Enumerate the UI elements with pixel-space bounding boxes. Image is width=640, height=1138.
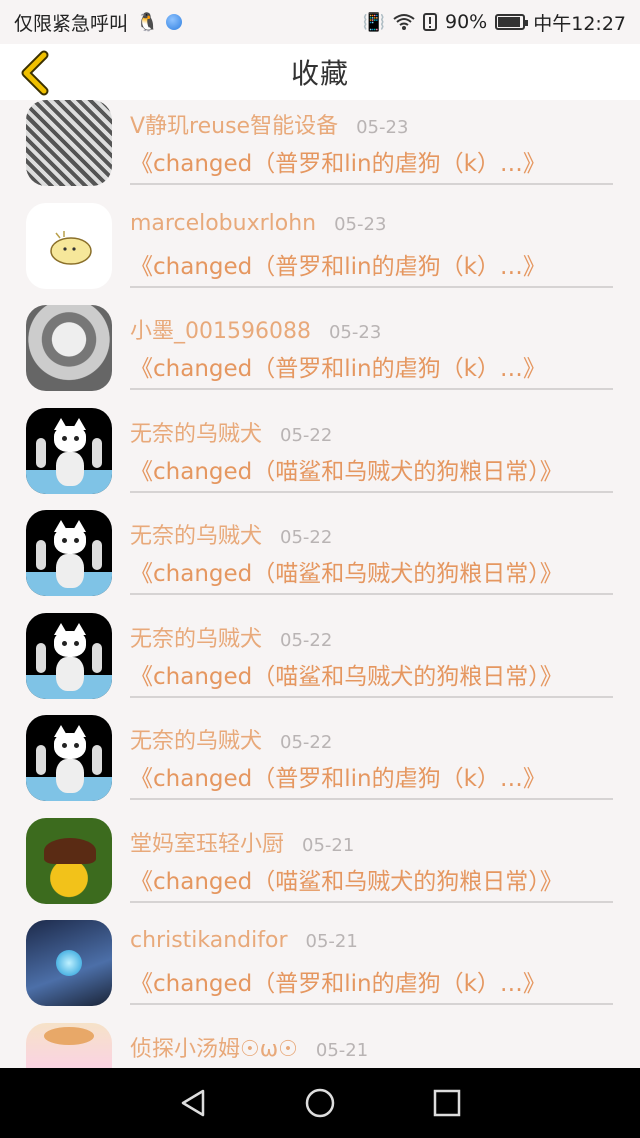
battery-icon (495, 14, 529, 30)
battery-percent: 90% (445, 11, 488, 33)
list-item[interactable]: 堂妈室珏轻小厨 05-21 《changed（喵鲨和乌贼犬的狗粮日常）》 (0, 792, 640, 904)
item-username[interactable]: 无奈的乌贼犬 (130, 518, 262, 550)
item-date: 05-22 (280, 629, 333, 651)
back-button[interactable] (16, 50, 56, 96)
item-title[interactable]: 《changed（喵鲨和乌贼犬的狗粮日常）》 (130, 862, 563, 896)
item-title[interactable]: 《changed（普罗和lin的虐狗（k）…》 (130, 144, 546, 178)
clock: 中午12:27 (533, 12, 626, 35)
favorites-list-content: V静玑reuse智能设备 05-23 《changed（普罗和lin的虐狗（k）…》… (0, 100, 640, 1068)
item-date: 05-22 (280, 732, 333, 753)
item-meta: 无奈的乌贼犬 05-22 (130, 723, 332, 755)
sim-alert-icon (423, 13, 437, 31)
list-item[interactable]: 无奈的乌贼犬 05-22 《changed（喵鲨和乌贼犬的狗粮日常）》 (0, 587, 640, 699)
avatar[interactable] (26, 100, 112, 186)
avatar[interactable] (26, 715, 112, 801)
triangle-back-icon (182, 1089, 205, 1117)
avatar[interactable] (26, 202, 112, 289)
avatar[interactable] (26, 920, 112, 1006)
chevron-left-icon (21, 50, 49, 96)
system-back-button[interactable] (173, 1083, 213, 1123)
item-username[interactable]: 堂妈室珏轻小厨 (130, 826, 284, 858)
item-meta: 堂妈室珏轻小厨 05-21 (130, 826, 354, 858)
status-bar: 仅限紧急呼叫 🐧 📳 90% 中午12:27 (0, 0, 640, 44)
item-title[interactable]: 《changed（普罗和lin的虐狗（k）…》 (130, 759, 546, 793)
item-username[interactable]: christikandifor (130, 928, 288, 953)
item-meta: 无奈的乌贼犬 05-22 (130, 416, 332, 448)
status-right: 📳 90% 中午12:27 (363, 9, 626, 36)
item-date: 05-21 (305, 931, 358, 952)
item-meta: 无奈的乌贼犬 05-22 (130, 518, 332, 550)
item-date: 05-22 (280, 424, 333, 446)
system-home-button[interactable] (300, 1083, 340, 1123)
qq-icon: 🐧 (136, 11, 159, 33)
system-recent-button[interactable] (427, 1083, 467, 1123)
item-username[interactable]: 无奈的乌贼犬 (130, 621, 262, 653)
item-title[interactable]: 《changed（喵鲨和乌贼犬的狗粮日常）》 (130, 657, 563, 691)
list-item[interactable]: christikandifor 05-21 《changed（普罗和lin的虐狗（k… (0, 894, 640, 1006)
avatar[interactable] (26, 407, 112, 494)
item-date: 05-23 (334, 213, 387, 235)
item-title[interactable]: 《changed（普罗和lin的虐狗（k）…》 (130, 247, 546, 281)
browser-icon (166, 14, 183, 30)
item-title[interactable]: 《changed（普罗和lin的虐狗（k）…》 (130, 349, 546, 383)
item-username[interactable]: 侦探小汤姆☉ω☉ (130, 1031, 298, 1063)
avatar[interactable] (26, 817, 112, 904)
item-username[interactable]: 小墨_001596088 (130, 313, 311, 345)
item-username[interactable]: V静玑reuse智能设备 (130, 108, 338, 140)
system-nav-bar (0, 1068, 640, 1138)
item-username[interactable]: marcelobuxrlohn (130, 211, 316, 236)
item-title[interactable]: 《changed（喵鲨和乌贼犬的狗粮日常）》 (130, 452, 563, 486)
item-date: 05-23 (356, 117, 409, 138)
item-meta: christikandifor 05-21 (130, 928, 358, 953)
item-meta: V静玑reuse智能设备 05-23 (130, 108, 408, 140)
favorites-list[interactable]: V静玑reuse智能设备 05-23 《changed（普罗和lin的虐狗（k）…》… (0, 100, 640, 1068)
list-item[interactable]: 侦探小汤姆☉ω☉05-21《changed（普罗和lin的虐狗（k）…》 (0, 997, 640, 1068)
list-item[interactable]: 小墨_001596088 05-23 《changed（普罗和lin的虐狗（k）…》 (0, 279, 640, 391)
avatar[interactable] (26, 510, 112, 596)
vibrate-icon: 📳 (362, 11, 385, 33)
avatar[interactable] (26, 1022, 112, 1068)
item-title[interactable]: 《changed（普罗和lin的虐狗（k）…》 (130, 964, 546, 998)
wifi-icon (393, 14, 415, 30)
item-date: 05-21 (302, 834, 355, 856)
list-item[interactable]: V静玑reuse智能设备 05-23 《changed（普罗和lin的虐狗（k）…》 (0, 100, 640, 186)
item-username[interactable]: 无奈的乌贼犬 (130, 723, 262, 755)
avatar[interactable] (26, 612, 112, 699)
square-recent-icon (433, 1089, 460, 1117)
list-item[interactable]: 无奈的乌贼犬 05-22 《changed（喵鲨和乌贼犬的狗粮日常）》 (0, 484, 640, 596)
item-meta: 无奈的乌贼犬 05-22 (130, 621, 332, 653)
circle-home-icon (305, 1088, 335, 1118)
list-item[interactable]: marcelobuxrlohn 05-23 《changed（普罗和lin的虐狗（k… (0, 177, 640, 289)
item-title[interactable]: 《changed（喵鲨和乌贼犬的狗粮日常）》 (130, 554, 563, 588)
avatar[interactable] (26, 305, 112, 391)
carrier-text: 仅限紧急呼叫 (14, 12, 129, 35)
item-meta: 侦探小汤姆☉ω☉ 05-21 (130, 1031, 368, 1063)
item-meta: 小墨_001596088 05-23 (130, 313, 381, 345)
item-date: 05-23 (328, 322, 382, 343)
item-date: 05-21 (315, 1039, 369, 1061)
item-date: 05-22 (280, 527, 333, 548)
header-bar: 收藏 (0, 44, 640, 100)
list-item[interactable]: 无奈的乌贼犬 05-22 《changed（喵鲨和乌贼犬的狗粮日常）》 (0, 382, 640, 494)
page-title: 收藏 (290, 57, 349, 90)
item-username[interactable]: 无奈的乌贼犬 (130, 416, 262, 448)
list-item[interactable]: 无奈的乌贼犬 05-22 《changed（普罗和lin的虐狗（k）…》 (0, 689, 640, 801)
status-left: 仅限紧急呼叫 🐧 (14, 9, 183, 36)
item-meta: marcelobuxrlohn 05-23 (130, 211, 386, 236)
